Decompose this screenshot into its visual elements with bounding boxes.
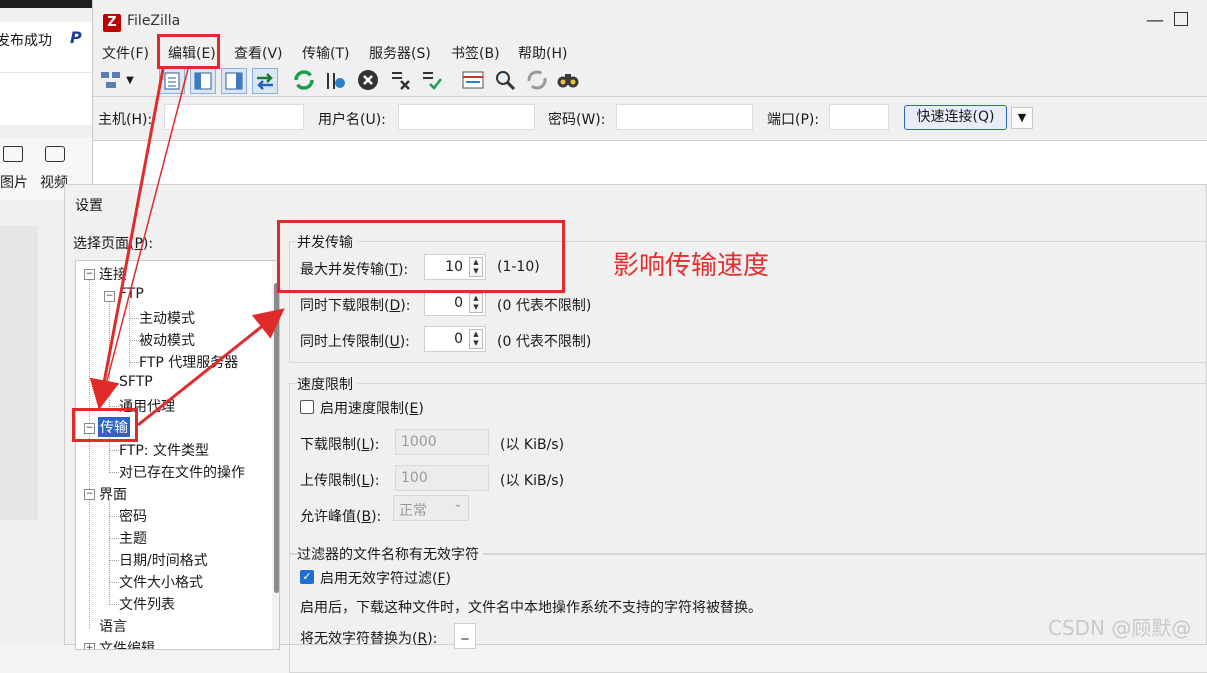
watermark: CSDN @顾默@ xyxy=(1048,616,1192,640)
annotation-text: 影响传输速度 xyxy=(613,251,770,281)
arrow-thin-edit-to-transfers xyxy=(101,68,189,401)
annotation-arrows xyxy=(89,68,285,427)
arrow-transfers-to-concurrent xyxy=(137,308,285,427)
arrow-edit-to-transfers xyxy=(89,68,165,410)
